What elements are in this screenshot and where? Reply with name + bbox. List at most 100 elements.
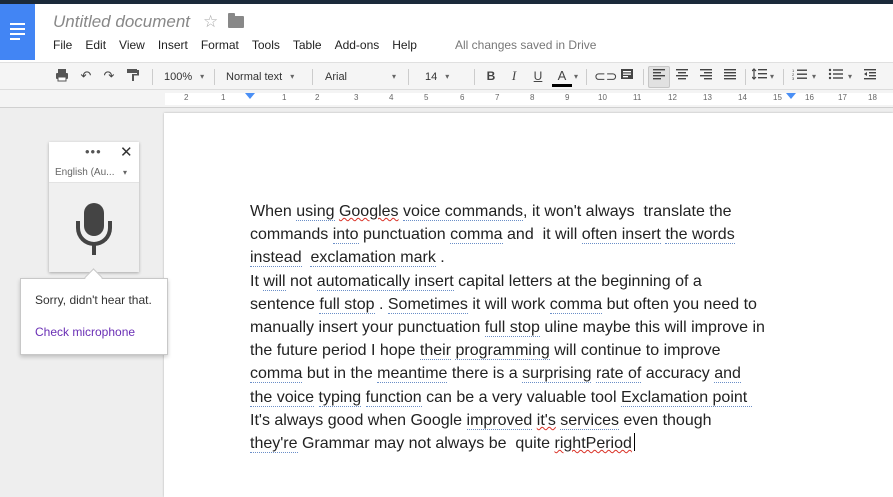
text-run: uline maybe this will improve in [539, 319, 765, 337]
numbered-list-dropdown-icon[interactable]: ▾ [812, 67, 816, 87]
ruler-tick: 10 [598, 93, 607, 102]
save-status: All changes saved in Drive [455, 38, 597, 52]
bulleted-list-icon[interactable] [828, 68, 844, 84]
menu-format[interactable]: Format [201, 38, 239, 52]
line-spacing-dropdown-icon[interactable]: ▾ [770, 67, 774, 87]
top-bar: Untitled document ☆ File Edit View Inser… [0, 0, 893, 62]
text-run: and it will [502, 226, 582, 244]
text-color-swatch [552, 84, 572, 87]
voice-suggestion-word: surprising [522, 365, 592, 384]
font-dropdown-icon[interactable]: ▾ [392, 67, 396, 87]
italic-button[interactable]: I [506, 68, 522, 84]
voice-suggestion-word: using [296, 203, 335, 221]
menu-addons[interactable]: Add-ons [335, 38, 380, 52]
ruler-tick: 5 [424, 93, 429, 102]
voice-menu-icon[interactable]: ••• [85, 144, 102, 159]
document-line: sentence full stop . Sometimes it will w… [250, 293, 810, 316]
numbered-list-icon[interactable]: 123 [792, 68, 808, 84]
align-left-icon[interactable] [651, 68, 667, 84]
voice-suggestion-word: and [714, 365, 741, 384]
menu-help[interactable]: Help [392, 38, 417, 52]
right-indent-marker[interactable] [786, 93, 796, 99]
folder-icon[interactable] [228, 13, 244, 28]
text-run: but often you need to [602, 295, 757, 313]
document-line: manually insert your punctuation full st… [250, 316, 810, 339]
toolbar: ↶ ↷ 100% Normal text Arial ▾ 14 B I U A … [0, 62, 893, 90]
text-run: it will work [467, 295, 550, 313]
ruler-tick: 2 [315, 93, 320, 102]
ruler: 2 1 1 2 3 4 5 6 7 8 9 10 11 12 13 14 15 … [0, 90, 893, 108]
undo-icon[interactable]: ↶ [78, 68, 94, 84]
print-icon[interactable] [54, 68, 70, 84]
bold-button[interactable]: B [483, 68, 499, 84]
star-icon[interactable]: ☆ [203, 12, 218, 32]
ruler-tick: 13 [703, 93, 712, 102]
language-select[interactable]: English (Au... [55, 167, 114, 178]
link-icon[interactable]: ⊂⊃ [594, 68, 617, 84]
decrease-indent-icon[interactable] [862, 68, 878, 84]
voice-suggestion-word: the voice [250, 388, 315, 407]
voice-suggestion-word: programming [455, 342, 550, 361]
text-color-button[interactable]: A [554, 68, 570, 84]
ruler-tick: 9 [565, 93, 570, 102]
document-line: It will not automatically insert capital… [250, 270, 810, 293]
menu-file[interactable]: File [53, 38, 72, 52]
document-line: commands into punctuation comma and it w… [250, 223, 810, 246]
text-run: When [250, 203, 297, 220]
voice-suggestion-word: the words [665, 226, 735, 245]
error-message: Sorry, didn't hear that. [35, 293, 152, 307]
text-run: , it won't always translate the [523, 203, 732, 220]
text-run [314, 389, 318, 406]
zoom-select[interactable]: 100% [164, 67, 204, 87]
language-dropdown-icon[interactable]: ▾ [123, 168, 127, 177]
text-color-dropdown-icon[interactable]: ▾ [574, 67, 578, 87]
left-indent-marker[interactable] [245, 93, 255, 99]
menu-insert[interactable]: Insert [158, 38, 188, 52]
close-icon[interactable]: ✕ [120, 143, 133, 161]
text-run: the future period I hope [250, 342, 420, 360]
comment-icon[interactable] [619, 68, 635, 84]
text-run: manually insert your punctuation [250, 319, 485, 337]
microphone-button[interactable] [49, 183, 139, 272]
voice-suggestion-word: instead [250, 249, 302, 268]
voice-suggestion-word: exclamation mark [310, 249, 436, 268]
menu-edit[interactable]: Edit [85, 38, 106, 52]
ruler-tick: 6 [460, 93, 465, 102]
microphone-icon-arc [76, 221, 112, 246]
misspelled-word: Googles [338, 203, 399, 220]
menu-tools[interactable]: Tools [252, 38, 280, 52]
underline-button[interactable]: U [530, 68, 546, 84]
bulleted-list-dropdown-icon[interactable]: ▾ [848, 67, 852, 87]
svg-text:3: 3 [792, 76, 795, 80]
style-select[interactable]: Normal text [226, 67, 295, 87]
ruler-tick: 7 [495, 93, 500, 102]
voice-suggestion-word: into [332, 226, 359, 245]
check-microphone-link[interactable]: Check microphone [35, 325, 135, 339]
document-line: the future period I hope their programmi… [250, 339, 810, 362]
paint-format-icon[interactable] [125, 68, 141, 84]
line-spacing-icon[interactable] [751, 68, 768, 84]
document-page[interactable]: When using Googles voice commands, it wo… [164, 113, 893, 497]
menu-view[interactable]: View [119, 38, 145, 52]
justify-icon[interactable] [722, 68, 738, 84]
ruler-tick: 11 [633, 93, 642, 102]
ruler-tick: 8 [530, 93, 535, 102]
ruler-tick: 17 [838, 93, 847, 102]
menu-bar: File Edit View Insert Format Tools Table… [53, 38, 430, 52]
align-center-icon[interactable] [674, 68, 690, 84]
voice-suggestion-word: often insert [581, 226, 661, 245]
font-select[interactable]: Arial [325, 67, 395, 87]
text-run: Grammar may not always be quite [297, 435, 555, 453]
align-right-icon[interactable] [698, 68, 714, 84]
menu-table[interactable]: Table [293, 38, 322, 52]
document-line: they're Grammar may not always be quite … [250, 432, 810, 455]
docs-home-icon[interactable] [0, 4, 35, 60]
text-run: It's always good when Google [250, 411, 467, 429]
document-line: It's always good when Google improved it… [250, 409, 810, 432]
text-run: can be a very valuable tool [421, 388, 621, 406]
document-title[interactable]: Untitled document [53, 12, 190, 32]
font-size-select[interactable]: 14 [425, 67, 450, 87]
text-run: commands [250, 226, 333, 244]
redo-icon[interactable]: ↷ [101, 68, 117, 84]
document-body[interactable]: When using Googles voice commands, it wo… [250, 200, 810, 455]
